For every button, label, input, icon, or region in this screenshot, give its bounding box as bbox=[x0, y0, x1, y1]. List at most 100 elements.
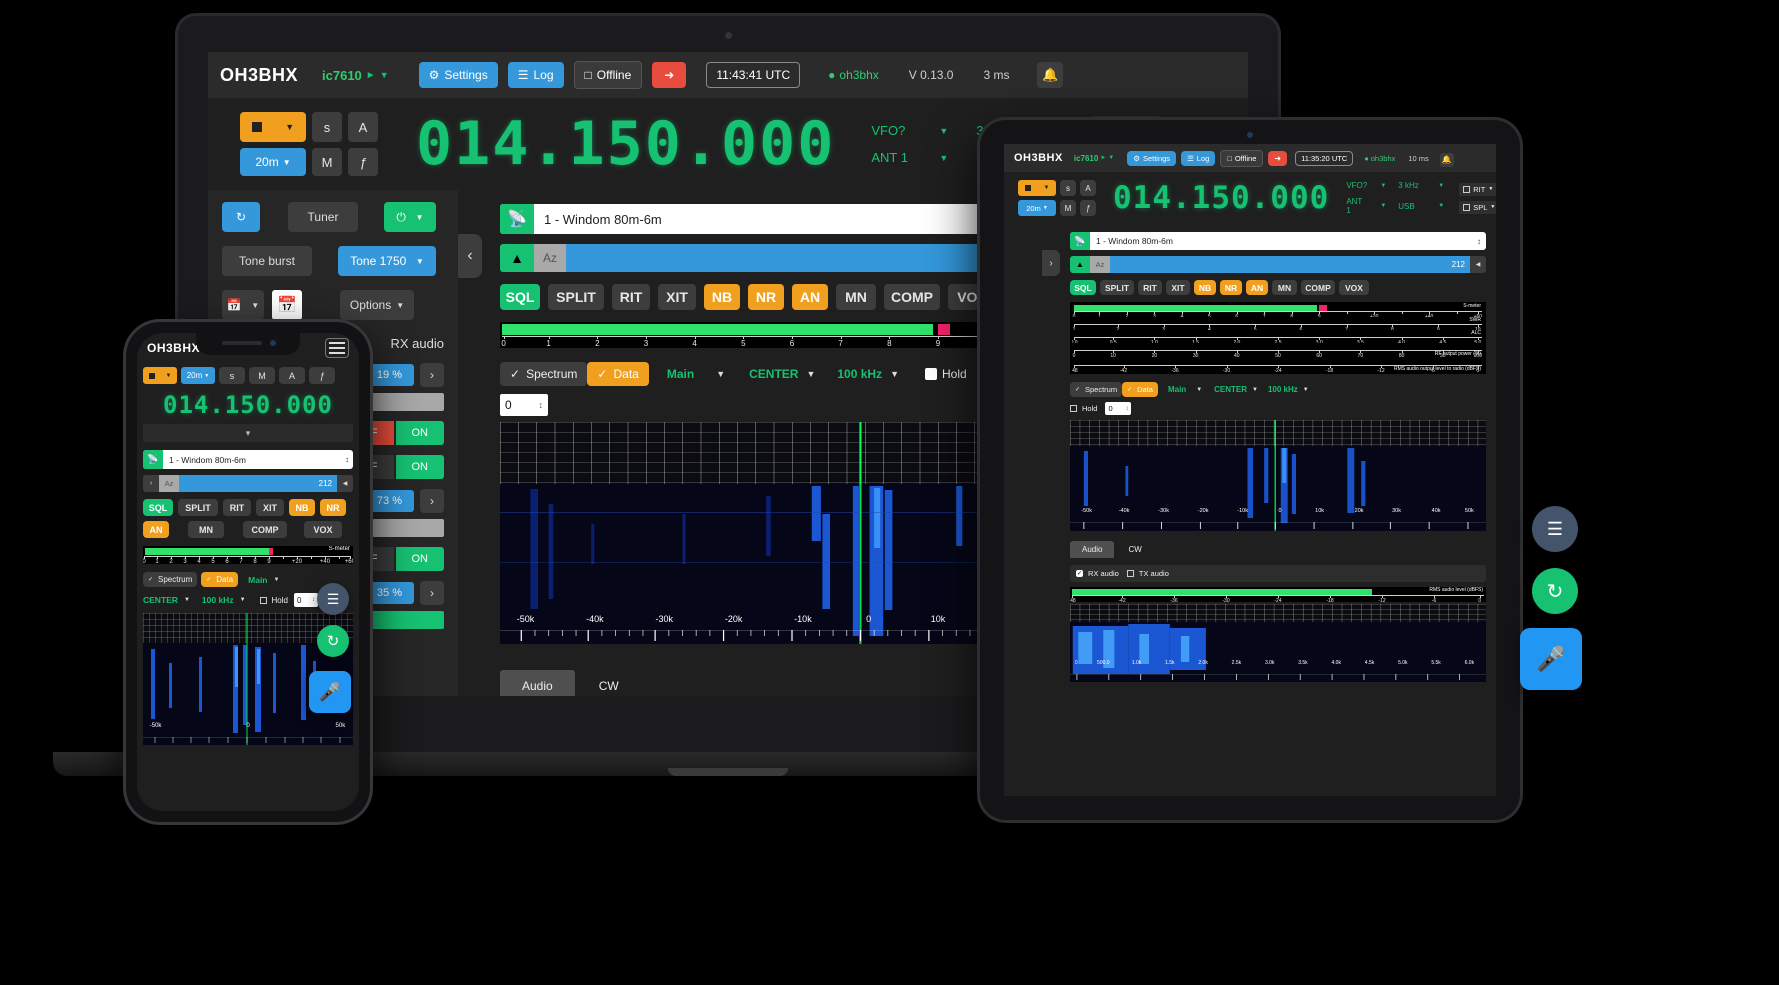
mode-button-sql[interactable]: SQL bbox=[500, 284, 540, 310]
slider-increment[interactable]: › bbox=[420, 363, 444, 387]
options-dropdown[interactable]: Options ▼ bbox=[340, 290, 414, 320]
scope-select[interactable]: Main bbox=[1168, 385, 1186, 394]
refresh-button[interactable]: ↻ bbox=[222, 202, 260, 232]
frequency-display[interactable]: 014.150.000 bbox=[137, 388, 359, 422]
scope-select[interactable]: Main bbox=[667, 367, 694, 381]
slider-value[interactable]: 19 % bbox=[364, 364, 414, 386]
band-selector[interactable]: 20m ▼ bbox=[181, 367, 215, 384]
ptt-mode-dropdown[interactable]: ▼ bbox=[1018, 180, 1056, 196]
band-selector[interactable]: 20m ▼ bbox=[1018, 200, 1056, 216]
tab-audio[interactable]: Audio bbox=[1070, 541, 1115, 558]
offset-stepper[interactable]: 0 ↕ bbox=[500, 394, 548, 416]
mode-button-sql[interactable]: SQL bbox=[143, 499, 173, 516]
on-button[interactable]: ON bbox=[395, 455, 444, 479]
mode-button-comp[interactable]: COMP bbox=[243, 521, 287, 538]
rig-selector[interactable]: ic7610 ► ▼ bbox=[1074, 154, 1114, 163]
hold-checkbox[interactable]: Hold bbox=[259, 596, 288, 605]
offline-button[interactable]: □ Offline bbox=[1220, 149, 1264, 167]
ptt-mode-dropdown[interactable]: ▼ bbox=[240, 112, 306, 142]
rotator-bar[interactable]: › Az 212 ◀ bbox=[143, 475, 353, 492]
key-s-button[interactable]: s bbox=[1060, 180, 1076, 196]
waterfall-display[interactable]: -50k -40k -30k -20k -10k 0 10k 20k 30k 4… bbox=[1070, 446, 1486, 531]
mode-button-comp[interactable]: COMP bbox=[1301, 280, 1335, 295]
antenna-selector[interactable]: 📡 1 - Windom 80m-6m ↕ bbox=[1070, 232, 1486, 250]
calendar-check-button[interactable]: 📅 bbox=[272, 290, 302, 320]
tab-cw[interactable]: CW bbox=[577, 670, 641, 696]
mode-button-comp[interactable]: COMP bbox=[884, 284, 940, 310]
key-m-button[interactable]: M bbox=[1060, 200, 1076, 216]
bell-icon[interactable]: 🔔 bbox=[1439, 149, 1454, 167]
center-mode-select[interactable]: CENTER bbox=[1214, 385, 1247, 394]
tone-burst-button[interactable]: Tone burst bbox=[222, 246, 312, 276]
chevron-down-icon[interactable]: ▼ bbox=[1438, 183, 1444, 189]
spectrum-toggle[interactable]: ✓ Spectrum bbox=[500, 362, 588, 386]
slider-increment[interactable]: › bbox=[420, 581, 444, 605]
center-mode-select[interactable]: CENTER bbox=[143, 595, 178, 605]
logout-button[interactable]: ➜ bbox=[652, 62, 687, 88]
key-a-button[interactable]: A bbox=[279, 367, 305, 384]
key-a-button[interactable]: A bbox=[348, 112, 378, 142]
span-select[interactable]: 100 kHz bbox=[202, 595, 234, 605]
north-arrow-icon[interactable]: ▲ bbox=[500, 244, 534, 272]
filter-select[interactable]: 3 kHz bbox=[1398, 181, 1426, 190]
fab-microphone-button[interactable]: 🎤 bbox=[1520, 628, 1582, 690]
hold-checkbox[interactable]: Hold bbox=[925, 367, 967, 381]
slider-value[interactable]: 35 % bbox=[364, 582, 414, 604]
key-f-button[interactable]: ƒ bbox=[348, 148, 378, 176]
data-toggle[interactable]: ✓ Data bbox=[201, 572, 239, 587]
vfo-expand-button[interactable]: ▾ bbox=[143, 424, 353, 442]
north-arrow-icon[interactable]: ▲ bbox=[1070, 256, 1090, 273]
mode-button-mn[interactable]: MN bbox=[188, 521, 224, 538]
calendar-dropdown[interactable]: 📅 ▼ bbox=[222, 290, 264, 320]
tuner-button[interactable]: Tuner bbox=[288, 202, 358, 232]
mode-button-nb[interactable]: NB bbox=[1194, 280, 1216, 295]
key-f-button[interactable]: ƒ bbox=[1080, 200, 1096, 216]
chevron-down-icon[interactable]: ▼ bbox=[240, 597, 246, 603]
offset-stepper[interactable]: 0 ↕ bbox=[293, 593, 318, 607]
mode-button-an[interactable]: AN bbox=[1246, 280, 1268, 295]
key-s-button[interactable]: s bbox=[312, 112, 342, 142]
mode-button-split[interactable]: SPLIT bbox=[1100, 280, 1134, 295]
offset-stepper[interactable]: 0 ↕ bbox=[1105, 402, 1132, 415]
mode-button-nb[interactable]: NB bbox=[704, 284, 740, 310]
mode-button-mn[interactable]: MN bbox=[836, 284, 876, 310]
chevron-down-icon[interactable]: ▼ bbox=[939, 126, 948, 136]
mode-button-nr[interactable]: NR bbox=[320, 499, 346, 516]
power-button[interactable]: ⏻ ▼ bbox=[384, 202, 436, 232]
on-button[interactable]: ON bbox=[395, 547, 444, 571]
log-button[interactable]: ☰ Log bbox=[1181, 150, 1216, 166]
logout-button[interactable]: ➜ bbox=[1268, 150, 1288, 166]
key-m-button[interactable]: M bbox=[312, 148, 342, 176]
band-selector[interactable]: 20m ▼ bbox=[240, 148, 306, 176]
split-toggle[interactable]: SPL ▼ bbox=[1459, 200, 1496, 214]
mode-button-vox[interactable]: VOX bbox=[1339, 280, 1369, 295]
bell-icon[interactable]: 🔔 bbox=[1037, 62, 1064, 88]
chevron-down-icon[interactable]: ▼ bbox=[1196, 387, 1202, 393]
slider-increment[interactable]: › bbox=[420, 489, 444, 513]
tone-1750-button[interactable]: Tone 1750 ▼ bbox=[338, 246, 436, 276]
mode-button-nb[interactable]: NB bbox=[289, 499, 315, 516]
tx-audio-checkbox[interactable]: TX audio bbox=[1126, 569, 1169, 578]
offline-button[interactable]: □ Offline bbox=[573, 61, 643, 89]
ccw-icon[interactable]: ◀ bbox=[337, 475, 353, 492]
settings-button[interactable]: ⚙ Settings bbox=[418, 62, 498, 88]
mode-button-xit[interactable]: XIT bbox=[658, 284, 696, 310]
key-m-button[interactable]: M bbox=[249, 367, 275, 384]
mode-select[interactable]: USB bbox=[1398, 202, 1426, 211]
chevron-down-icon[interactable]: ▼ bbox=[890, 369, 899, 379]
fab-microphone-button[interactable]: 🎤 bbox=[309, 671, 351, 713]
frequency-display[interactable]: 014.150.000 bbox=[1113, 180, 1329, 216]
audio-waterfall[interactable]: 0 500.0 1.0k 1.5k 2.0k 2.5k 3.0k 3.5k 4.… bbox=[1070, 622, 1486, 682]
user-badge[interactable]: ● oh3bhx bbox=[828, 68, 879, 82]
vfo-select[interactable]: VFO? bbox=[871, 123, 911, 138]
rit-toggle[interactable]: RIT ▼ bbox=[1459, 182, 1496, 196]
mode-button-vox[interactable]: VOX bbox=[304, 521, 342, 538]
chevron-down-icon[interactable]: ▼ bbox=[716, 369, 725, 379]
vfo-select[interactable]: VFO? bbox=[1346, 181, 1368, 190]
chevron-down-icon[interactable]: ▼ bbox=[1380, 183, 1386, 189]
chevron-down-icon[interactable]: ▼ bbox=[1380, 203, 1386, 209]
spectrum-scope[interactable] bbox=[1070, 420, 1486, 446]
span-select[interactable]: 100 kHz bbox=[837, 367, 882, 381]
on-button[interactable]: ON bbox=[395, 421, 444, 445]
antenna-selector[interactable]: 📡 1 - Windom 80m-6m ↕ bbox=[143, 450, 353, 469]
